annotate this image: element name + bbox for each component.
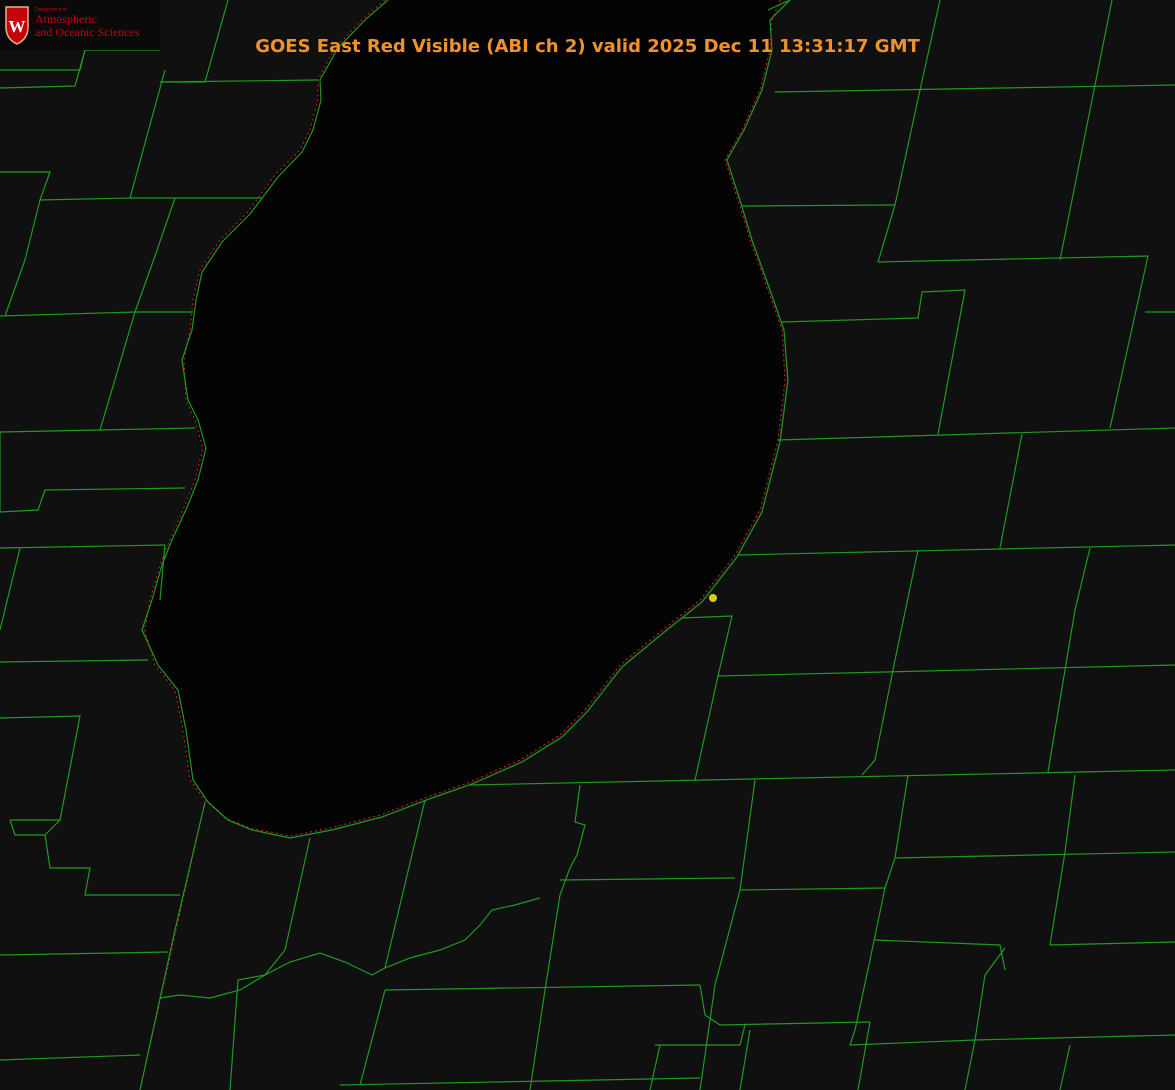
crest-letter: W bbox=[9, 17, 26, 36]
location-marker-icon bbox=[709, 594, 717, 602]
satellite-map bbox=[0, 0, 1175, 1090]
page-title: GOES East Red Visible (ABI ch 2) valid 2… bbox=[255, 36, 920, 57]
